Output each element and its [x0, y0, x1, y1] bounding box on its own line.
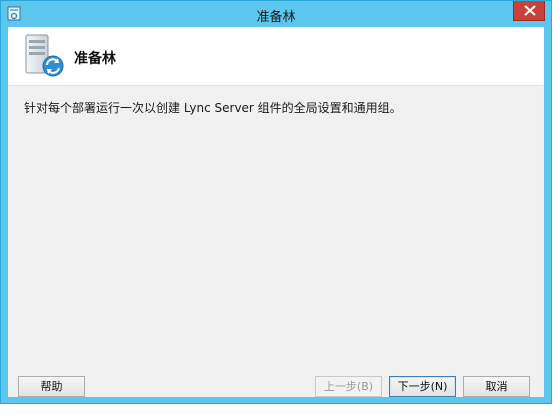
close-button[interactable] — [513, 1, 545, 21]
back-button[interactable]: 上一步(B) — [315, 376, 382, 397]
wizard-window: 准备林 准备林 针对每个部署运行一次以创建 Lync Server 组件的全局设… — [0, 0, 552, 404]
wizard-client-area: 准备林 针对每个部署运行一次以创建 Lync Server 组件的全局设置和通用… — [8, 27, 544, 397]
page-title: 准备林 — [74, 51, 116, 67]
description-text: 针对每个部署运行一次以创建 Lync Server 组件的全局设置和通用组。 — [24, 101, 402, 115]
server-sync-icon — [22, 33, 66, 79]
close-icon — [524, 5, 536, 16]
cancel-button[interactable]: 取消 — [463, 376, 530, 397]
next-button[interactable]: 下一步(N) — [389, 376, 456, 397]
title-bar[interactable]: 准备林 — [1, 1, 551, 27]
help-button[interactable]: 帮助 — [18, 376, 85, 397]
window-title: 准备林 — [256, 10, 296, 25]
wizard-header: 准备林 — [8, 27, 544, 86]
background-strip — [0, 404, 554, 418]
